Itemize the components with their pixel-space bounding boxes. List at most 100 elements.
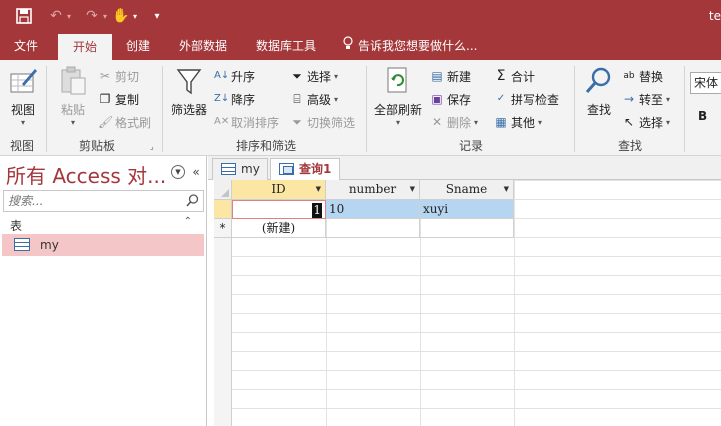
bold-button[interactable]: B [698, 106, 707, 126]
tab-database-tools[interactable]: 数据库工具 [248, 32, 324, 60]
remove-sort-button[interactable]: A✕ 取消排序 [214, 112, 279, 132]
new-record-label: 新建 [447, 69, 472, 84]
cell-number[interactable]: 10 [326, 200, 420, 219]
save-record-icon: ▣ [431, 92, 443, 106]
scissors-icon: ✂ [99, 69, 111, 83]
sigma-icon: Σ [496, 68, 506, 84]
select-all-corner[interactable] [214, 180, 232, 200]
nav-section-tables[interactable]: 表 ⌃ [0, 216, 206, 234]
nav-item-my[interactable]: my [2, 234, 204, 256]
select-button[interactable]: ↖ 选择 ▾ [622, 112, 670, 132]
format-painter-button[interactable]: 🖌 格式刷 [98, 112, 151, 132]
cut-button[interactable]: ✂ 剪切 [98, 66, 139, 86]
filter-button[interactable]: 筛选器 [168, 66, 210, 118]
nav-section-label: 表 [10, 219, 23, 233]
sort-descending-label: 降序 [231, 92, 256, 107]
delete-record-label: 删除 [447, 115, 472, 130]
query-icon [279, 163, 294, 175]
new-record-selector[interactable]: * [214, 219, 232, 238]
goto-button[interactable]: → 转至 ▾ [622, 89, 670, 109]
table-icon [14, 238, 30, 251]
column-header-label: Sname [445, 182, 488, 196]
refresh-all-button[interactable]: 全部刷新 ▾ [372, 66, 424, 127]
cell-sname[interactable]: xuyi [420, 200, 514, 219]
column-dropdown-icon[interactable]: ▼ [316, 180, 321, 199]
group-label-records: 记录 [458, 139, 483, 153]
tab-external-data[interactable]: 外部数据 [170, 32, 236, 60]
remove-sort-icon: A✕ [214, 116, 230, 127]
copy-button[interactable]: ❐ 复制 [98, 89, 139, 109]
replace-button[interactable]: ab 替换 [622, 66, 663, 86]
replace-icon: ab [623, 71, 635, 81]
doc-tab-label: my [241, 162, 260, 176]
column-dropdown-icon[interactable]: ▼ [410, 180, 415, 199]
new-record-cell[interactable] [420, 219, 514, 238]
column-dropdown-icon[interactable]: ▼ [504, 180, 509, 199]
selection-filter-icon: ⏷ [292, 69, 302, 83]
doc-tab-my[interactable]: my [212, 158, 268, 180]
undo-icon[interactable]: ↶ [46, 6, 66, 26]
tell-me-box[interactable]: 告诉我您想要做什么... [342, 32, 477, 60]
new-record-cell[interactable] [326, 219, 420, 238]
column-header-id[interactable]: ID ▼ [232, 180, 326, 200]
font-name-box[interactable]: 宋体 [690, 72, 721, 94]
tab-home[interactable]: 开始 [58, 34, 112, 60]
doc-tab-query1[interactable]: 查询1 [270, 158, 340, 181]
search-icon[interactable] [186, 194, 199, 210]
toggle-filter-label: 切换筛选 [307, 115, 356, 130]
more-records-button[interactable]: ▦ 其他 ▾ [494, 112, 542, 132]
delete-record-button[interactable]: ✕ 删除 ▾ [430, 112, 478, 132]
nav-menu-icon[interactable]: ▼ [171, 165, 185, 179]
totals-button[interactable]: Σ 合计 [494, 66, 535, 86]
cell-value: 1 [312, 203, 322, 218]
toggle-filter-button[interactable]: ⏷ 切换筛选 [290, 112, 355, 132]
advanced-filter-label: 高级 [307, 92, 332, 107]
goto-label: 转至 [639, 92, 664, 107]
spelling-button[interactable]: ✓ 拼写检查 [494, 89, 559, 109]
ribbon: 视图 ▾ 视图 粘贴 ▾ ✂ 剪切 ❐ 复制 🖌 格式刷 剪贴板 ⌟ 筛选器 A↓ 升序… [0, 60, 721, 156]
column-header-label: ID [271, 182, 286, 196]
selection-filter-button[interactable]: ⏷ 选择 ▾ [290, 66, 338, 86]
advanced-filter-button[interactable]: ⌸ 高级 ▾ [290, 89, 338, 109]
column-header-number[interactable]: number ▼ [326, 180, 420, 200]
new-record-cell[interactable]: (新建) [232, 219, 326, 238]
more-icon: ▦ [495, 115, 507, 129]
ribbon-separator [162, 66, 163, 152]
new-record-icon: ▤ [431, 69, 443, 83]
redo-icon[interactable]: ↷ [82, 6, 102, 26]
nav-pane-title[interactable]: 所有 Access 对... [6, 160, 166, 189]
sort-descending-button[interactable]: Z↓ 降序 [214, 89, 255, 109]
save-icon[interactable] [14, 6, 34, 26]
redo-dropdown-icon[interactable]: ▾ [100, 6, 110, 26]
collapse-pane-icon[interactable]: « [189, 165, 203, 179]
ribbon-separator [46, 66, 47, 152]
clipboard-launcher-icon[interactable]: ⌟ [150, 140, 154, 152]
cell-id[interactable]: 1 [232, 200, 326, 219]
nav-search-input[interactable] [8, 193, 178, 209]
touch-mode-icon[interactable]: ✋ [112, 6, 130, 26]
sort-ascending-button[interactable]: A↓ 升序 [214, 66, 255, 86]
new-record-button[interactable]: ▤ 新建 [430, 66, 471, 86]
cursor-icon: ↖ [623, 115, 635, 129]
ribbon-separator [574, 66, 575, 152]
group-label-clipboard: 剪贴板 [78, 139, 115, 153]
save-record-button[interactable]: ▣ 保存 [430, 89, 471, 109]
customize-quick-access-icon[interactable]: ▾ [150, 6, 164, 26]
copy-label: 复制 [115, 92, 140, 107]
tab-create[interactable]: 创建 [118, 32, 158, 60]
view-dropdown-icon: ▾ [20, 118, 25, 127]
record-selector[interactable] [214, 200, 232, 219]
column-header-sname[interactable]: Sname ▼ [420, 180, 514, 200]
toggle-filter-icon: ⏷ [292, 115, 302, 129]
paste-button[interactable]: 粘贴 ▾ [56, 66, 90, 127]
touch-dropdown-icon[interactable]: ▾ [130, 6, 140, 26]
brush-icon: 🖌 [98, 115, 114, 129]
undo-dropdown-icon[interactable]: ▾ [64, 6, 74, 26]
document-area: my 查询1 ID ▼ number ▼ Sname ▼ 1 10 xuyi *… [208, 156, 721, 426]
tab-file[interactable]: 文件 [6, 32, 46, 60]
window-title: te [708, 9, 721, 23]
chevron-up-icon[interactable]: ⌃ [184, 216, 192, 227]
select-dropdown-icon: ▾ [666, 117, 671, 127]
find-button[interactable]: 查找 [580, 66, 618, 118]
view-button[interactable]: 视图 ▾ [6, 66, 40, 127]
